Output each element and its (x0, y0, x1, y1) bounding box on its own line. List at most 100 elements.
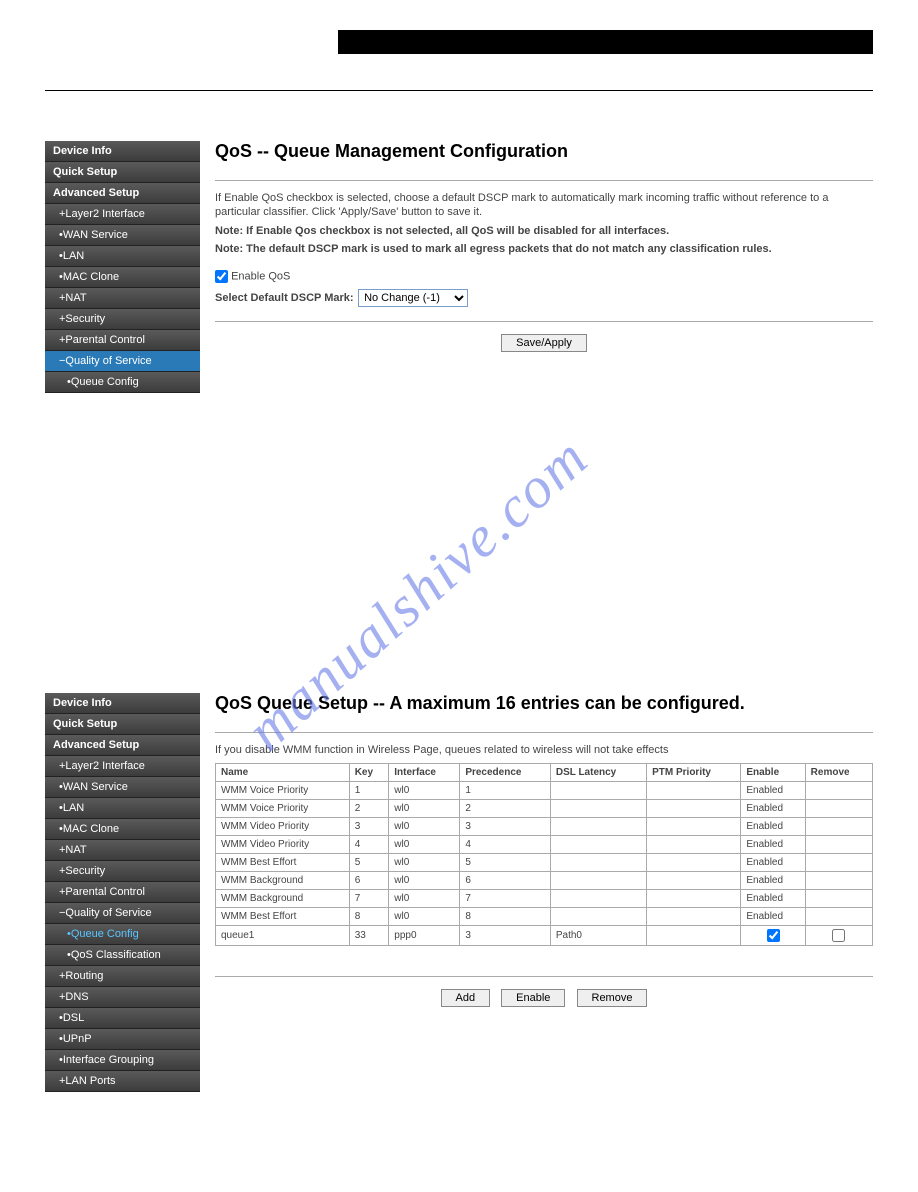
table-cell (550, 800, 646, 818)
table-cell: 3 (349, 818, 389, 836)
sidebar-item[interactable]: +NAT (45, 840, 200, 861)
sidebar-item[interactable]: +Routing (45, 966, 200, 987)
sidebar-item[interactable]: Device Info (45, 141, 200, 162)
table-cell: Enabled (741, 818, 805, 836)
table-cell: WMM Video Priority (216, 818, 350, 836)
table-cell: wl0 (389, 818, 460, 836)
page-title-2: QoS Queue Setup -- A maximum 16 entries … (215, 693, 873, 714)
table-cell (647, 872, 741, 890)
sidebar-item[interactable]: •WAN Service (45, 777, 200, 798)
spacer (45, 433, 873, 693)
table-cell: 8 (349, 908, 389, 926)
table-cell (805, 872, 872, 890)
sidebar-item[interactable]: +LAN Ports (45, 1071, 200, 1092)
table-cell: WMM Best Effort (216, 908, 350, 926)
sidebar-item[interactable]: Quick Setup (45, 162, 200, 183)
table-cell: 6 (460, 872, 551, 890)
table-cell (647, 854, 741, 872)
sidebar-item[interactable]: +Security (45, 861, 200, 882)
table-cell (805, 836, 872, 854)
sidebar-item[interactable]: −Quality of Service (45, 903, 200, 924)
table-cell (550, 854, 646, 872)
table-header-row: NameKeyInterfacePrecedenceDSL LatencyPTM… (216, 764, 873, 782)
dscp-select-label: Select Default DSCP Mark: (215, 292, 355, 304)
sidebar-item[interactable]: •QoS Classification (45, 945, 200, 966)
sidebar-item[interactable]: •LAN (45, 246, 200, 267)
sidebar-item[interactable]: +Parental Control (45, 882, 200, 903)
table-cell: wl0 (389, 854, 460, 872)
table-cell (647, 908, 741, 926)
sidebar-item[interactable]: +Security (45, 309, 200, 330)
sidebar-item[interactable]: +Parental Control (45, 330, 200, 351)
sidebar-item[interactable]: Quick Setup (45, 714, 200, 735)
sidebar-item[interactable]: •Queue Config (45, 372, 200, 393)
note-2: Note: The default DSCP mark is used to m… (215, 242, 873, 256)
table-cell (647, 782, 741, 800)
table-cell (805, 890, 872, 908)
remove-checkbox[interactable] (832, 929, 845, 942)
sidebar-item[interactable]: •Queue Config (45, 924, 200, 945)
table-cell (805, 782, 872, 800)
divider (215, 180, 873, 181)
sidebar-item[interactable]: •LAN (45, 798, 200, 819)
divider-2 (215, 321, 873, 322)
table-cell: 4 (460, 836, 551, 854)
sidebar-item[interactable]: Advanced Setup (45, 735, 200, 756)
note-1: Note: If Enable Qos checkbox is not sele… (215, 224, 873, 238)
enable-qos-label: Enable QoS (231, 271, 290, 283)
sidebar-item[interactable]: •DSL (45, 1008, 200, 1029)
dscp-select[interactable]: No Change (-1) (358, 289, 468, 307)
table-cell (550, 890, 646, 908)
table-cell: 3 (460, 818, 551, 836)
divider-4 (215, 976, 873, 977)
table-header: Remove (805, 764, 872, 782)
table-cell (647, 800, 741, 818)
table-cell (647, 836, 741, 854)
page-title-1: QoS -- Queue Management Configuration (215, 141, 873, 162)
enable-button[interactable]: Enable (501, 989, 565, 1007)
table-cell (805, 854, 872, 872)
section-qos-queue: Device InfoQuick SetupAdvanced Setup+Lay… (45, 693, 873, 1092)
table-cell: 7 (460, 890, 551, 908)
table-row: WMM Video Priority4wl04Enabled (216, 836, 873, 854)
table-cell: 4 (349, 836, 389, 854)
table-cell: wl0 (389, 908, 460, 926)
sidebar-item[interactable]: •MAC Clone (45, 267, 200, 288)
sidebar-item[interactable]: +DNS (45, 987, 200, 1008)
table-cell: WMM Voice Priority (216, 782, 350, 800)
table-cell: wl0 (389, 890, 460, 908)
sidebar-item[interactable]: •UPnP (45, 1029, 200, 1050)
table-cell (647, 890, 741, 908)
table-header: PTM Priority (647, 764, 741, 782)
sidebar-item[interactable]: −Quality of Service (45, 351, 200, 372)
save-apply-button[interactable]: Save/Apply (501, 334, 587, 352)
remove-button[interactable]: Remove (577, 989, 648, 1007)
sidebar-item[interactable]: •Interface Grouping (45, 1050, 200, 1071)
table-cell (805, 800, 872, 818)
sidebar-item[interactable]: Device Info (45, 693, 200, 714)
sidebar-item[interactable]: •MAC Clone (45, 819, 200, 840)
table-cell (550, 782, 646, 800)
sidebar-item[interactable]: +NAT (45, 288, 200, 309)
sidebar-item[interactable]: +Layer2 Interface (45, 204, 200, 225)
table-cell: WMM Background (216, 890, 350, 908)
table-cell (550, 908, 646, 926)
enable-checkbox[interactable] (767, 929, 780, 942)
table-cell: wl0 (389, 872, 460, 890)
sidebar-item[interactable]: Advanced Setup (45, 183, 200, 204)
table-row: WMM Video Priority3wl03Enabled (216, 818, 873, 836)
table-row: WMM Voice Priority1wl01Enabled (216, 782, 873, 800)
table-cell: Enabled (741, 854, 805, 872)
table-cell (741, 926, 805, 946)
content-2: QoS Queue Setup -- A maximum 16 entries … (200, 693, 873, 1092)
sidebar-item[interactable]: +Layer2 Interface (45, 756, 200, 777)
save-row: Save/Apply (215, 334, 873, 352)
sidebar-item[interactable]: •WAN Service (45, 225, 200, 246)
add-button[interactable]: Add (441, 989, 491, 1007)
header-black-bar (338, 30, 873, 54)
enable-qos-checkbox[interactable] (215, 270, 228, 283)
table-cell: ppp0 (389, 926, 460, 946)
table-cell: Enabled (741, 872, 805, 890)
table-header: Enable (741, 764, 805, 782)
dscp-select-row: Select Default DSCP Mark: No Change (-1) (215, 289, 873, 307)
